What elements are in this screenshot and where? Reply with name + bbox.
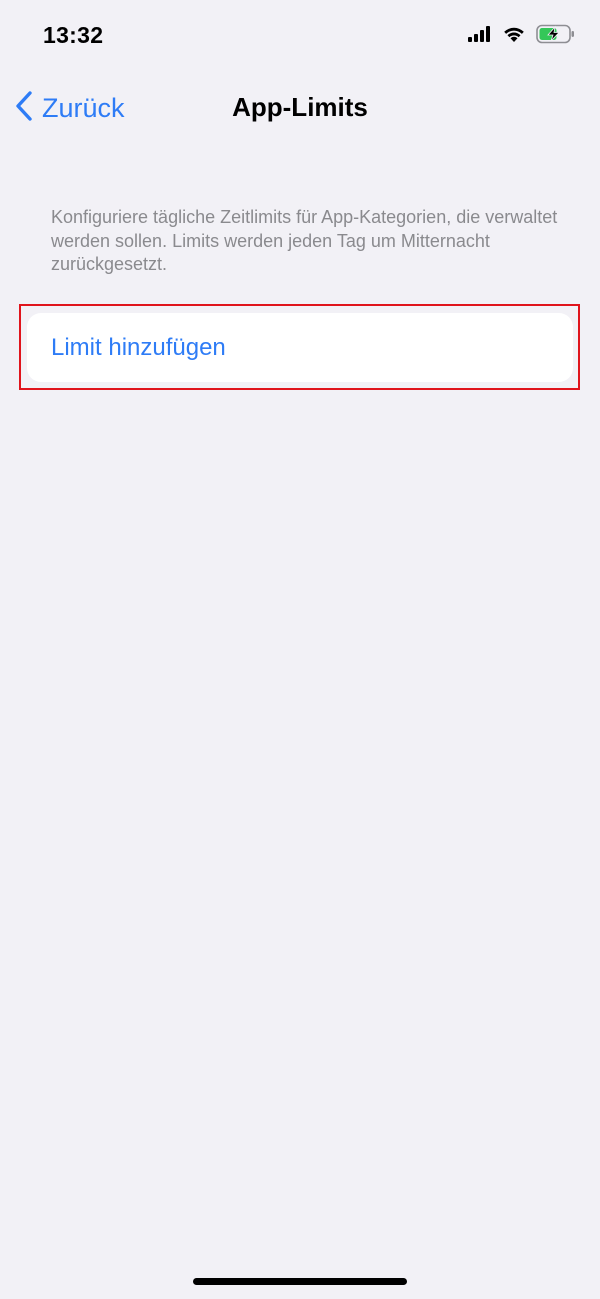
home-indicator[interactable] (193, 1278, 407, 1285)
status-time: 13:32 (43, 22, 104, 48)
add-limit-label: Limit hinzufügen (51, 334, 226, 361)
page-title: App-Limits (232, 92, 368, 122)
battery-charging-icon (536, 24, 576, 49)
cellular-signal-icon (468, 26, 492, 47)
navigation-bar: Zurück App-Limits (0, 70, 600, 142)
status-bar: 13:32 (0, 0, 600, 70)
wifi-icon (502, 25, 526, 48)
section-description: Konfiguriere tägliche Zeitlimits für App… (51, 207, 558, 274)
add-limit-button[interactable]: Limit hinzufügen (27, 313, 573, 382)
status-icons (468, 24, 576, 49)
